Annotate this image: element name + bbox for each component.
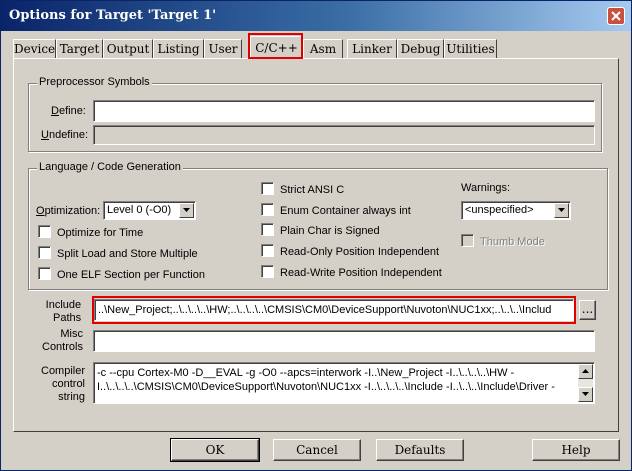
split-load-option[interactable]: Split Load and Store Multiple: [38, 246, 198, 261]
tab-asm[interactable]: Asm: [303, 39, 343, 58]
compiler-string-scrollbar[interactable]: [578, 364, 593, 402]
one-elf-option[interactable]: One ELF Section per Function: [38, 267, 205, 282]
misc-controls-label-line1: Misc: [60, 328, 83, 340]
optimization-label: Optimization:: [36, 205, 100, 217]
scroll-up-button[interactable]: [578, 364, 593, 379]
close-button[interactable]: [607, 7, 625, 25]
tab-device[interactable]: Device: [13, 39, 56, 58]
optimization-dropdown-button[interactable]: [179, 203, 194, 218]
split-load-label: Split Load and Store Multiple: [57, 248, 198, 260]
warnings-label: Warnings:: [461, 182, 511, 194]
ropi-checkbox[interactable]: [261, 244, 274, 257]
options-dialog: Options for Target 'Target 1' Device Tar…: [0, 0, 632, 471]
tab-user[interactable]: User: [204, 39, 242, 58]
strict-ansi-label: Strict ANSI C: [280, 184, 345, 196]
define-label-text: efine:: [58, 105, 86, 117]
tab-target[interactable]: Target: [56, 39, 103, 58]
compiler-string-box[interactable]: -c --cpu Cortex-M0 -D__EVAL -g -O0 --apc…: [93, 362, 595, 404]
scroll-down-button[interactable]: [578, 387, 593, 402]
optimization-label-text: ptimization:: [44, 205, 101, 217]
optimization-value: Level 0 (-O0): [107, 204, 172, 216]
tab-debug[interactable]: Debug: [397, 39, 444, 58]
misc-controls-label: Misc Controls: [42, 328, 83, 354]
one-elf-checkbox[interactable]: [38, 267, 51, 280]
rwpi-label: Read-Write Position Independent: [280, 267, 442, 279]
thumb-mode-option[interactable]: Thumb Mode: [461, 234, 545, 249]
optimization-select[interactable]: Level 0 (-O0): [103, 201, 196, 220]
tab-linker[interactable]: Linker: [347, 39, 397, 58]
tab-label: Utilities: [446, 42, 495, 56]
tab-label: Asm: [309, 42, 337, 56]
rwpi-checkbox[interactable]: [261, 265, 274, 278]
include-paths-highlight-box: [92, 296, 576, 324]
optimize-time-checkbox[interactable]: [38, 225, 51, 238]
ropi-label: Read-Only Position Independent: [280, 246, 439, 258]
misc-controls-field[interactable]: [93, 330, 595, 352]
tab-highlight-box: [248, 33, 303, 59]
warnings-select[interactable]: <unspecified>: [461, 201, 571, 220]
help-button[interactable]: Help: [532, 439, 620, 461]
enum-container-label: Enum Container always int: [280, 205, 411, 217]
enum-container-option[interactable]: Enum Container always int: [261, 203, 411, 218]
plain-char-option[interactable]: Plain Char is Signed: [261, 223, 380, 238]
define-field[interactable]: [93, 100, 595, 122]
enum-container-checkbox[interactable]: [261, 203, 274, 216]
tab-output[interactable]: Output: [103, 39, 153, 58]
plain-char-label: Plain Char is Signed: [280, 225, 380, 237]
tab-label: Device: [14, 42, 56, 56]
ok-button[interactable]: OK: [170, 438, 260, 462]
undefine-label-text: ndefine:: [48, 129, 89, 141]
undefine-label: Undefine:: [41, 129, 88, 141]
preprocessor-title: Preprocessor Symbols: [37, 76, 152, 88]
one-elf-label: One ELF Section per Function: [57, 269, 205, 281]
window-title: Options for Target 'Target 1': [9, 8, 217, 23]
compiler-string-label-line1: Compiler: [41, 365, 86, 377]
compiler-string-line1: -c --cpu Cortex-M0 -D__EVAL -g -O0 --apc…: [97, 367, 515, 379]
ropi-option[interactable]: Read-Only Position Independent: [261, 244, 439, 259]
include-paths-browse-button[interactable]: ...: [579, 300, 596, 320]
tab-label: Linker: [352, 42, 392, 56]
tab-label: Target: [59, 42, 100, 56]
cancel-button[interactable]: Cancel: [273, 439, 361, 461]
tab-label: User: [208, 42, 238, 56]
title-bar: Options for Target 'Target 1': [1, 1, 631, 31]
split-load-checkbox[interactable]: [38, 246, 51, 259]
tab-label: Output: [106, 42, 150, 56]
rwpi-option[interactable]: Read-Write Position Independent: [261, 265, 442, 280]
undefine-label-accel: U: [41, 129, 49, 141]
include-paths-label-line1: Include: [45, 299, 82, 311]
strict-ansi-checkbox[interactable]: [261, 182, 274, 195]
tab-label: Listing: [157, 42, 200, 56]
tab-listing[interactable]: Listing: [153, 39, 204, 58]
compiler-string-line2: I..\..\..\..\CMSIS\CM0\DeviceSupport\Nuv…: [97, 381, 555, 393]
compiler-string-label-line3: string: [58, 391, 86, 403]
undefine-field[interactable]: [93, 125, 595, 145]
strict-ansi-option[interactable]: Strict ANSI C: [261, 182, 344, 197]
define-label: Define:: [51, 105, 86, 117]
define-label-accel: D: [51, 105, 59, 117]
include-paths-label: Include Paths: [45, 299, 81, 325]
plain-char-checkbox[interactable]: [261, 223, 274, 236]
optimize-time-option[interactable]: Optimize for Time: [38, 225, 143, 240]
thumb-mode-checkbox[interactable]: [461, 234, 474, 247]
thumb-mode-label: Thumb Mode: [480, 236, 545, 248]
optimize-time-label: Optimize for Time: [57, 227, 144, 239]
compiler-string-label: Compiler control string: [41, 365, 85, 404]
warnings-dropdown-button[interactable]: [554, 203, 569, 218]
tab-utilities[interactable]: Utilities: [444, 39, 497, 58]
warnings-value: <unspecified>: [465, 204, 534, 216]
compiler-string-label-line2: control: [51, 378, 86, 390]
optimization-label-accel: O: [36, 205, 45, 217]
language-title: Language / Code Generation: [37, 161, 183, 173]
tab-label: Debug: [400, 42, 441, 56]
defaults-button[interactable]: Defaults: [376, 439, 464, 461]
misc-controls-label-line2: Controls: [42, 341, 83, 353]
include-paths-label-line2: Paths: [53, 312, 82, 324]
